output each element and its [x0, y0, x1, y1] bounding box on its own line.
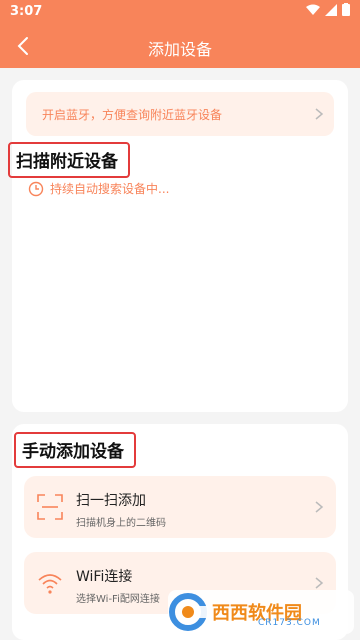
battery-icon	[342, 3, 350, 16]
searching-text: 持续自动搜索设备中...	[50, 182, 170, 196]
app-bar: 添加设备	[0, 24, 360, 68]
bluetooth-banner-text: 开启蓝牙，方便查询附近蓝牙设备	[42, 108, 223, 122]
chevron-right-icon	[315, 577, 324, 589]
status-time: 3:07	[10, 4, 43, 19]
scan-add-label: 扫一扫添加	[76, 493, 146, 509]
watermark-logo-icon	[169, 593, 208, 631]
status-bar: 3:07	[0, 0, 360, 24]
wifi-connect-sub: 选择Wi-Fi配网连接	[76, 594, 160, 605]
nearby-section-title: 扫描附近设备	[8, 142, 130, 178]
watermark: 西西软件园 CR173.COM	[168, 590, 354, 634]
chevron-right-icon	[315, 501, 324, 513]
scan-add-sub: 扫描机身上的二维码	[76, 518, 166, 529]
wifi-connect-label: WiFi连接	[76, 569, 133, 585]
wifi-signal-icon	[306, 4, 320, 15]
scan-icon	[37, 494, 63, 520]
wifi-icon	[38, 574, 62, 594]
searching-status: 持续自动搜索设备中...	[28, 180, 169, 197]
scan-add-item[interactable]: 扫一扫添加 扫描机身上的二维码	[24, 476, 336, 538]
chevron-right-icon	[315, 108, 324, 120]
manual-section-title: 手动添加设备	[14, 432, 136, 468]
status-icons	[306, 3, 350, 16]
cell-signal-icon	[325, 3, 337, 16]
loading-icon	[28, 181, 44, 196]
watermark-sub: CR173.COM	[258, 618, 321, 628]
nearby-devices-card: 开启蓝牙，方便查询附近蓝牙设备 扫描附近设备 持续自动搜索设备中...	[8, 80, 348, 412]
bluetooth-banner[interactable]: 开启蓝牙，方便查询附近蓝牙设备	[26, 92, 334, 136]
page-title: 添加设备	[147, 40, 212, 59]
